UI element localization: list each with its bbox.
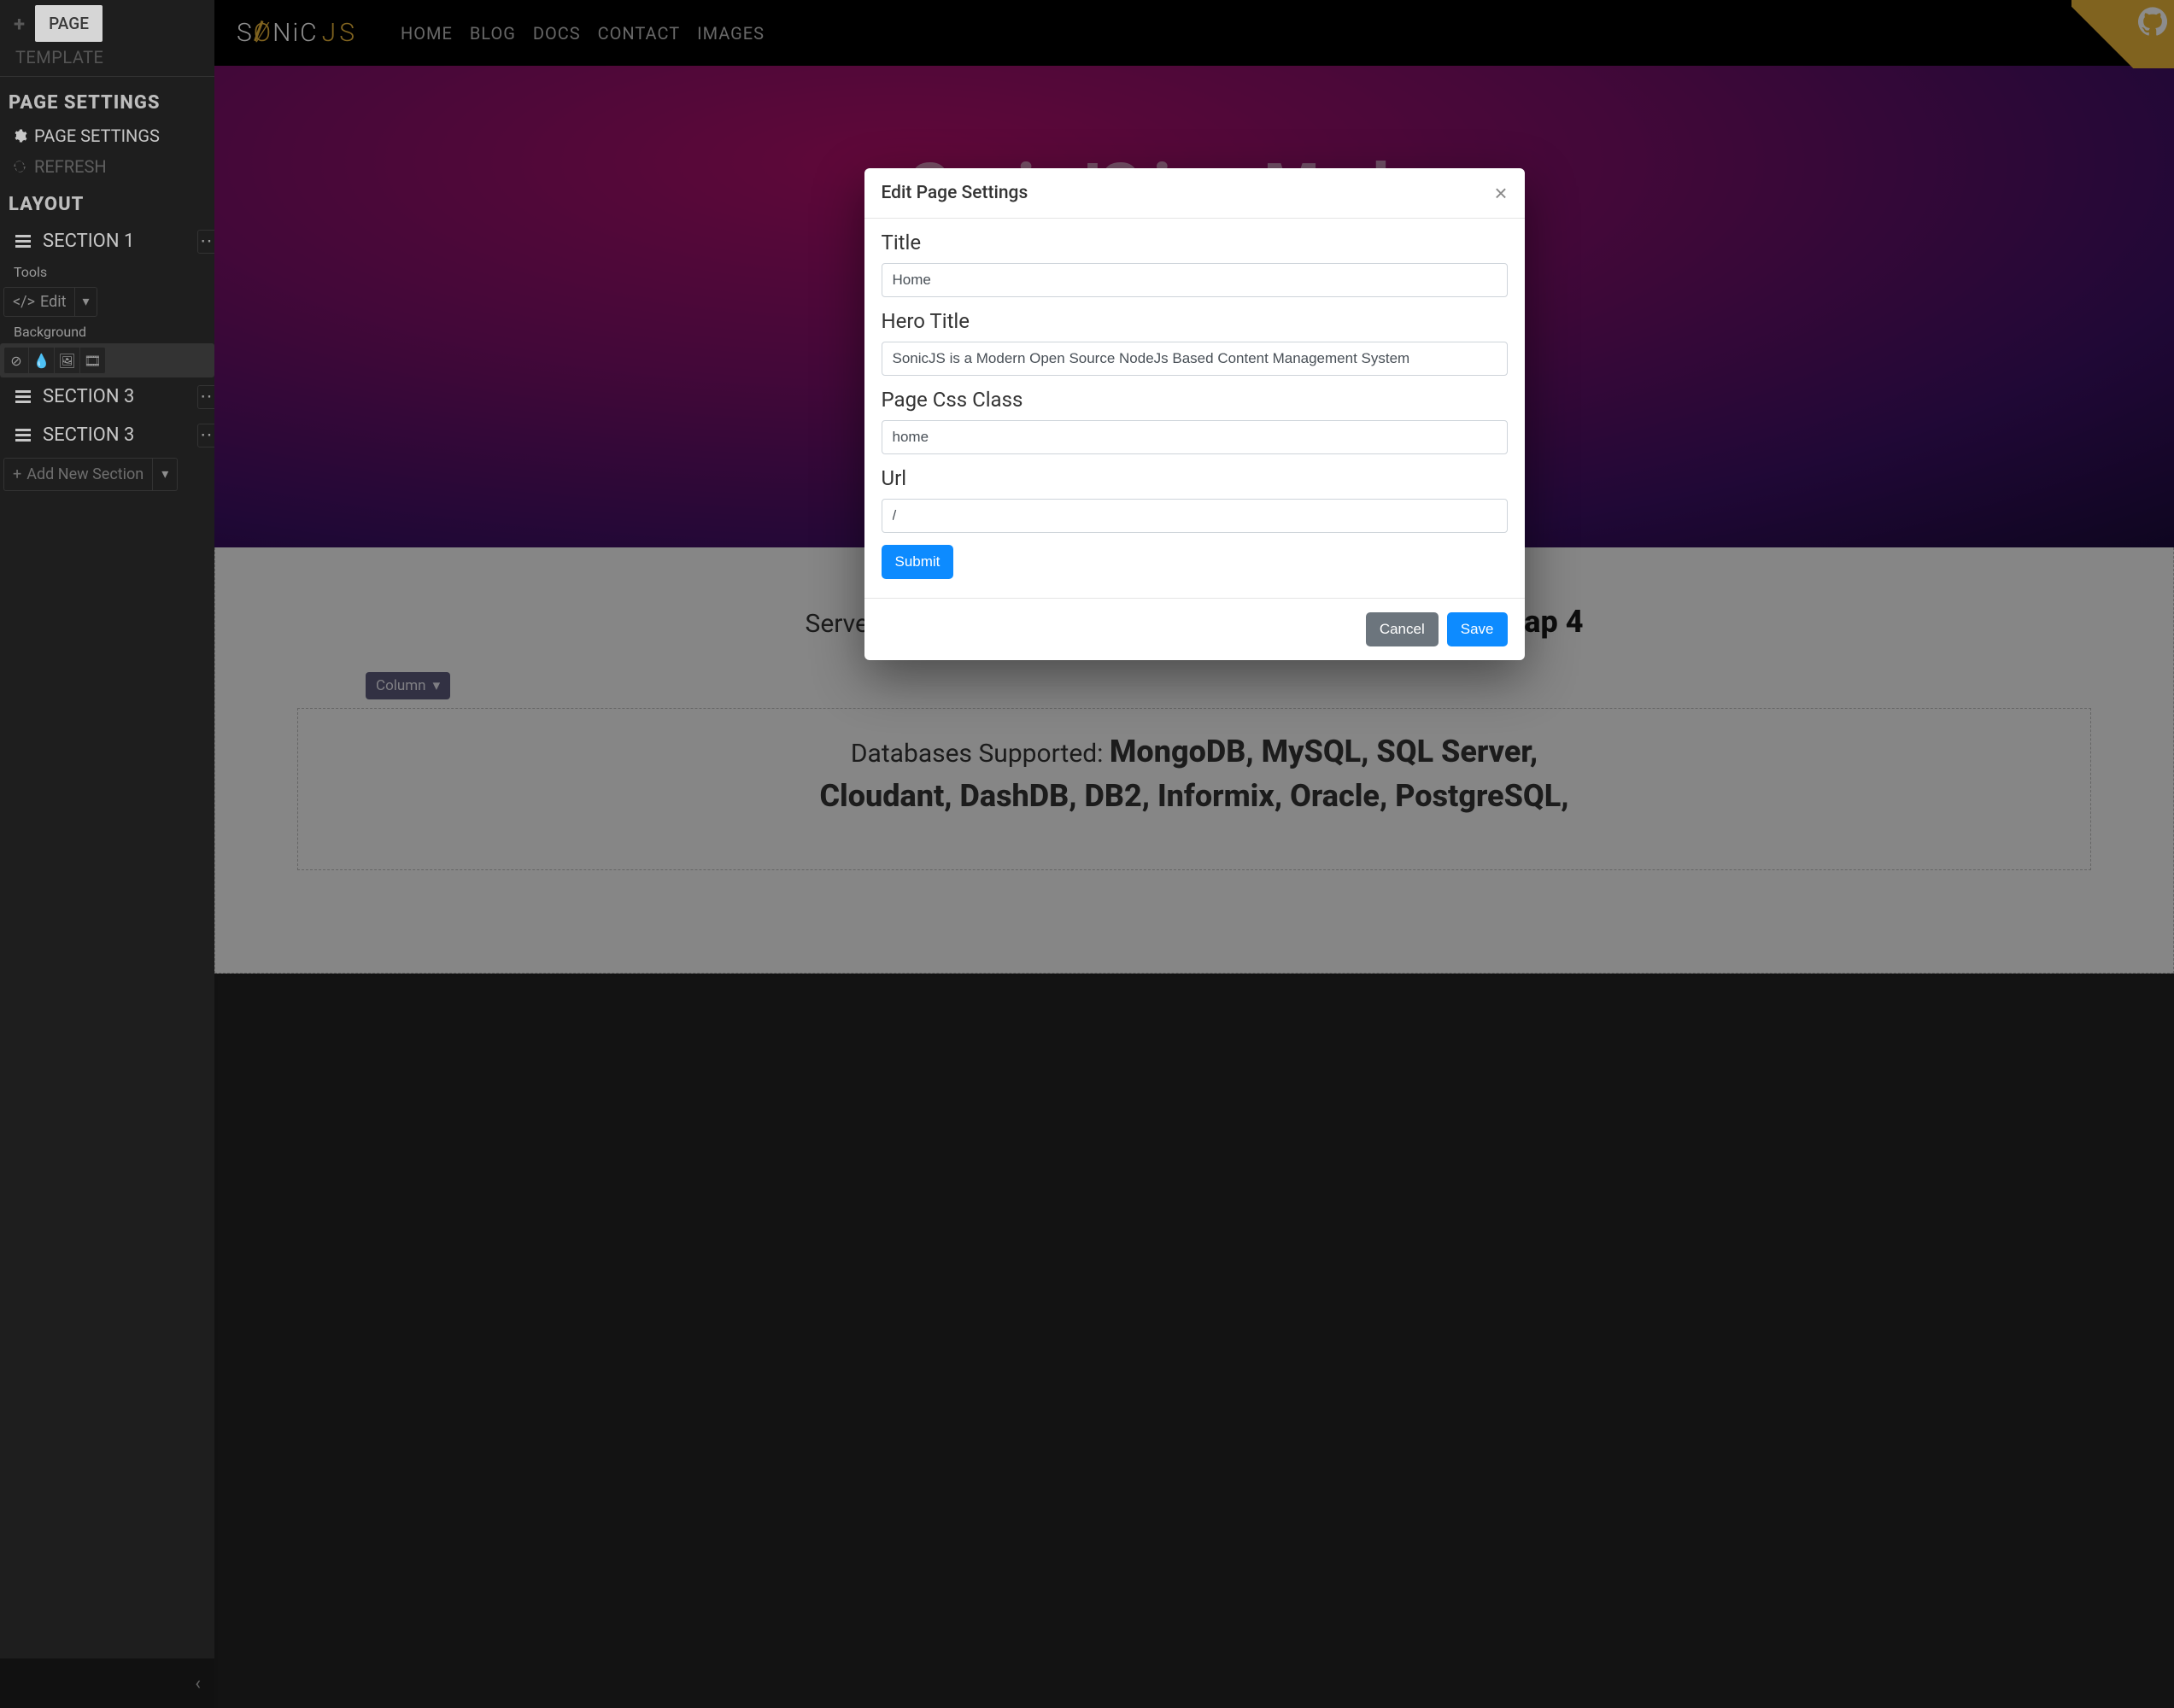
css-class-label: Page Css Class [882,388,1508,412]
code-icon: </> [13,293,35,311]
background-label: Background [0,320,214,343]
add-section-label: Add New Section [26,465,144,483]
modal-body: Title Hero Title Page Css Class Url [864,219,1525,598]
tab-page[interactable]: PAGE [35,5,103,42]
tab-template[interactable]: TEMPLATE [0,47,214,76]
modal-wrap: Edit Page Settings × Title Hero Title [214,0,2174,1708]
drag-icon [15,390,31,403]
url-label: Url [882,466,1508,490]
title-input[interactable] [882,263,1508,297]
no-icon: ⊘ [10,353,21,369]
chevron-left-icon: ‹ [195,1673,201,1694]
close-icon: × [1494,180,1507,206]
gear-icon [12,128,27,143]
background-toolbar: ⊘ 💧 🖼 🎞 [0,343,214,377]
section-row-2[interactable]: SECTION 3 ⋯ [0,377,214,416]
css-class-input[interactable] [882,420,1508,454]
drag-icon [15,235,31,248]
hero-title-label: Hero Title [882,309,1508,333]
sidebar-item-page-settings[interactable]: PAGE SETTINGS [0,120,214,151]
section-label: SECTION 1 [43,231,134,252]
section-label: SECTION 3 [43,424,134,446]
tools-label: Tools [0,260,214,284]
sidebar-item-refresh[interactable]: REFRESH [0,151,214,182]
edit-label: Edit [40,293,66,311]
edit-button[interactable]: </> Edit [3,287,75,317]
bg-image-button[interactable]: 🖼 [55,347,80,374]
title-label: Title [882,231,1508,254]
modal-footer: Cancel Save [864,598,1525,660]
heading-layout: LAYOUT [0,182,214,222]
bg-video-button[interactable]: 🎞 [80,347,106,374]
heading-page-settings: PAGE SETTINGS [0,80,214,120]
sidebar-collapse[interactable]: ‹ [0,1658,214,1708]
film-icon: 🎞 [84,353,101,369]
add-section-dropdown[interactable]: ▾ [153,458,178,491]
main-area: S Ø NiC JS HOME BLOG DOCS CONTACT IMAGES… [214,0,2174,1708]
edit-page-settings-modal: Edit Page Settings × Title Hero Title [864,168,1525,660]
url-input[interactable] [882,499,1508,533]
drag-icon [15,429,31,442]
submit-button[interactable]: Submit [882,545,954,579]
section-row-1[interactable]: SECTION 1 ⋯ [0,222,214,260]
close-button[interactable]: × [1494,182,1507,204]
image-icon: 🖼 [58,353,75,369]
section-label: SECTION 3 [43,386,134,407]
hero-title-input[interactable] [882,342,1508,376]
add-section-button[interactable]: + Add New Section [3,458,153,491]
cancel-button[interactable]: Cancel [1366,612,1439,646]
sidebar-item-label: PAGE SETTINGS [34,126,160,146]
drop-icon: 💧 [33,353,50,369]
add-icon[interactable]: + [7,12,32,36]
save-button[interactable]: Save [1447,612,1508,646]
sidebar-item-label: REFRESH [34,156,107,177]
edit-dropdown[interactable]: ▾ [75,287,97,317]
refresh-icon [12,159,27,174]
bg-color-button[interactable]: 💧 [29,347,55,374]
bg-none-button[interactable]: ⊘ [3,347,29,374]
section-row-3[interactable]: SECTION 3 ⋯ [0,416,214,454]
modal-header: Edit Page Settings × [864,168,1525,219]
divider [0,76,214,77]
modal-title: Edit Page Settings [882,183,1028,203]
plus-icon: + [13,465,21,483]
sidebar: + PAGE TEMPLATE PAGE SETTINGS PAGE SETTI… [0,0,214,1708]
